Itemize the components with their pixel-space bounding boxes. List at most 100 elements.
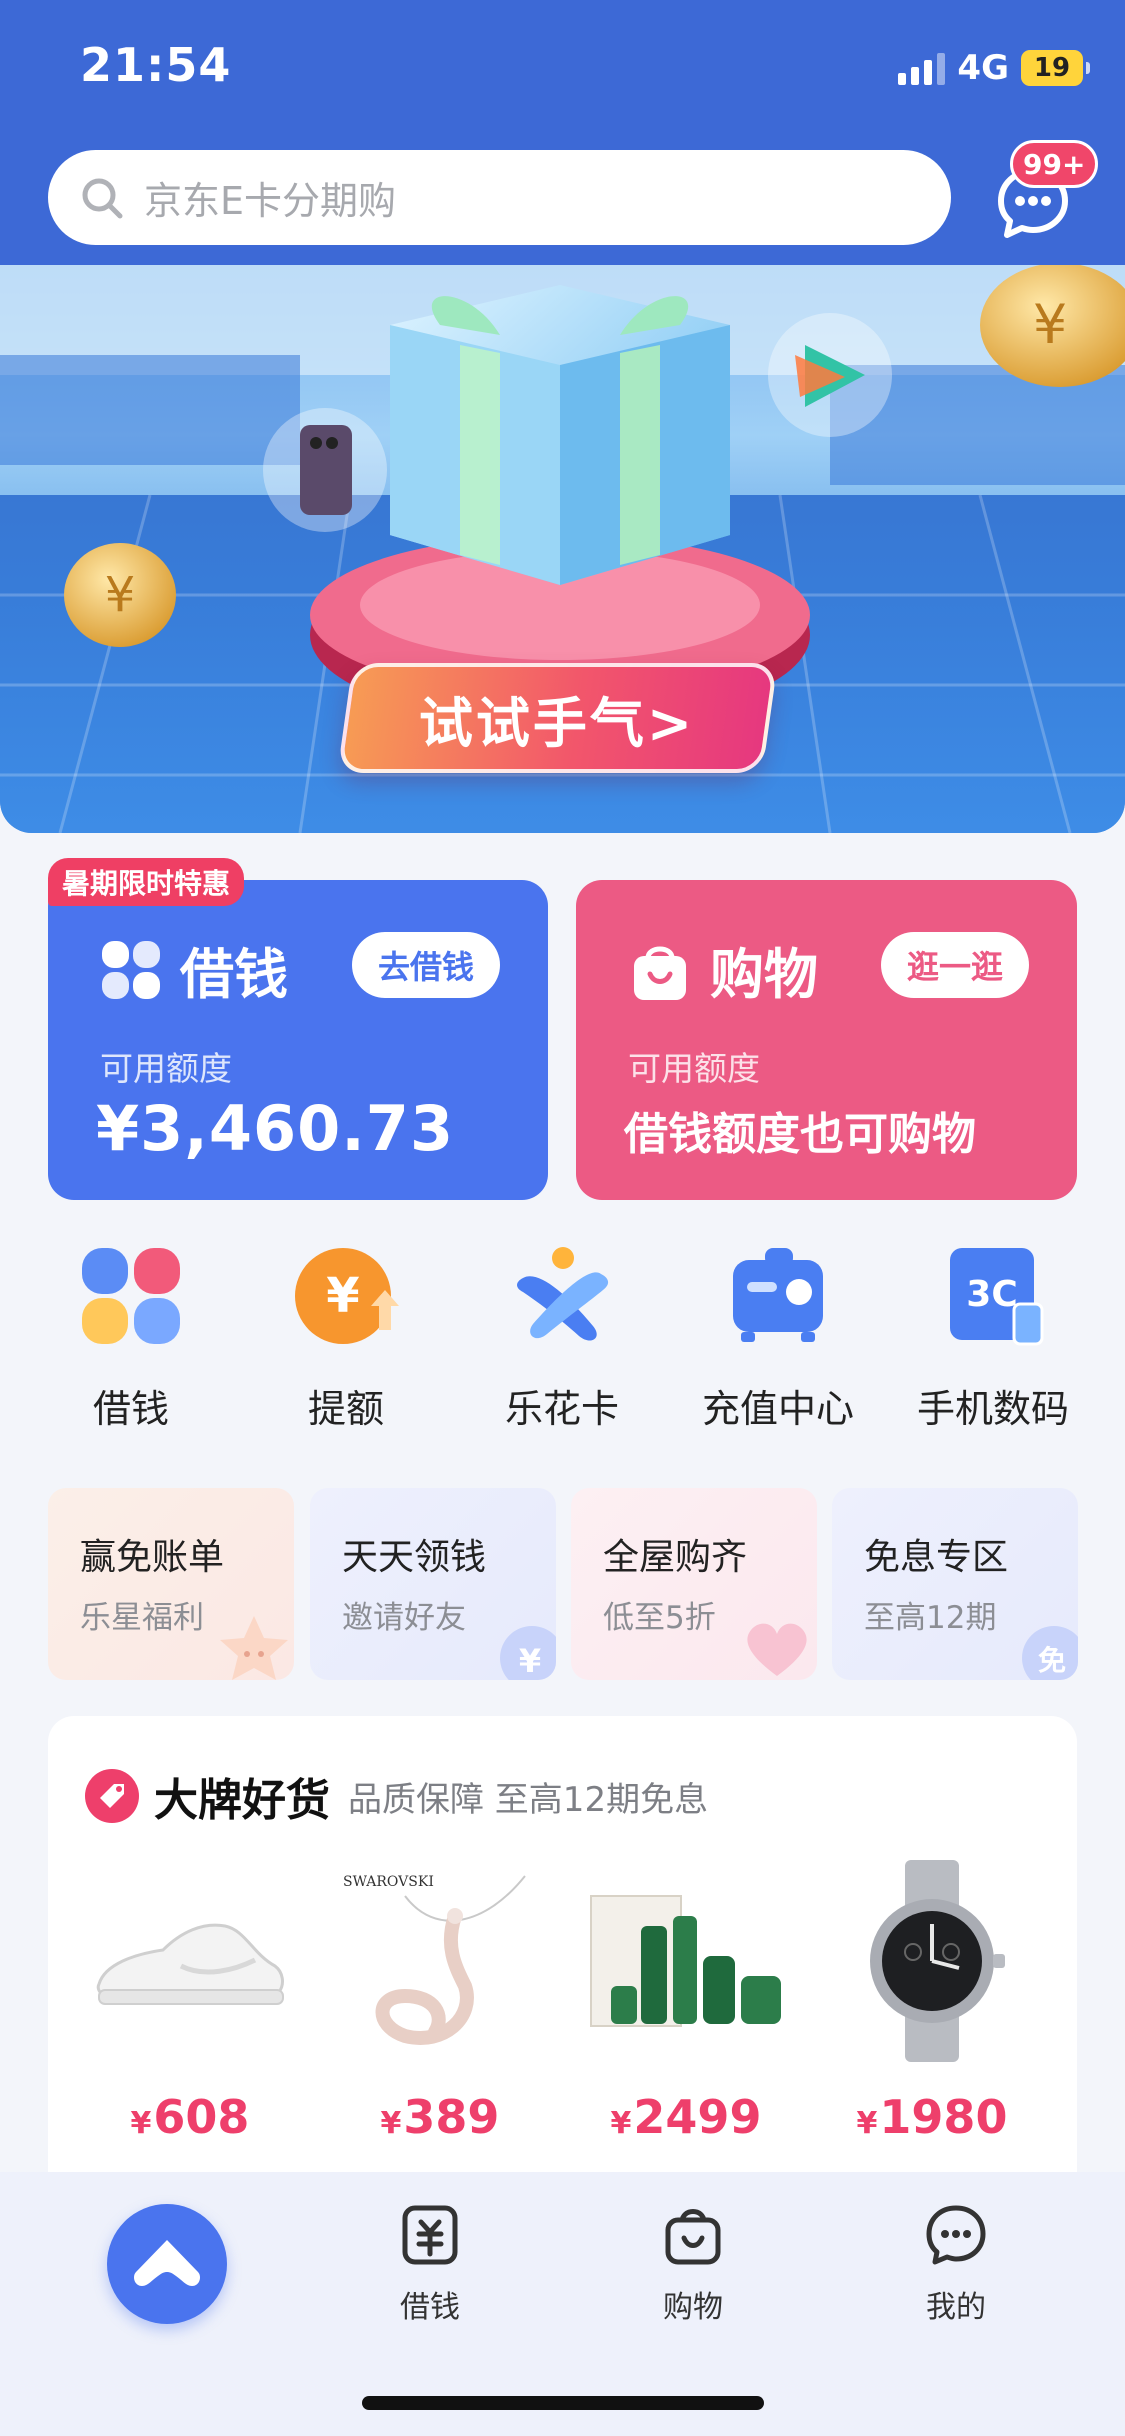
- lehua-card-icon: [517, 1247, 609, 1341]
- star-mascot-icon: [220, 1616, 288, 1680]
- shopping-bag-icon: [665, 2209, 721, 2265]
- loan-card-head: 借钱: [100, 930, 288, 1009]
- tile-title: 天天领钱: [342, 1537, 487, 1578]
- quick-item-recharge[interactable]: 充值中心: [678, 1240, 878, 1433]
- skincare-set-image: [590, 1895, 781, 2027]
- search-icon: [82, 178, 123, 218]
- brand-subtitle: 品质保障 至高12期免息: [348, 1779, 709, 1820]
- promo-banner[interactable]: ¥ ¥ 试试手气>: [0, 265, 1125, 833]
- product-necklace[interactable]: SWAROVSKI ¥389: [320, 1856, 560, 2156]
- tile-free-bill[interactable]: 赢免账单 乐星福利: [48, 1488, 294, 1680]
- currency-symbol: ¥: [380, 2106, 402, 2141]
- loan-available-amount: ¥3,460.73: [96, 1092, 455, 1165]
- currency-symbol: ¥: [856, 2106, 878, 2141]
- shop-available-label: 可用额度: [628, 1049, 760, 1088]
- tile-title: 免息专区: [864, 1537, 1009, 1578]
- tab-mine-label: 我的: [926, 2290, 986, 2325]
- shop-card-title: 购物: [710, 943, 818, 1006]
- tab-mine[interactable]: 我的: [876, 2202, 1036, 2326]
- clover-icon: [102, 940, 160, 999]
- quick-item-borrow[interactable]: 借钱: [31, 1240, 231, 1433]
- quick-label-recharge: 充值中心: [701, 1387, 854, 1431]
- quick-actions: 借钱 ¥ 提额 乐花卡 充值中心 3C 手机数码: [0, 1240, 1125, 1433]
- free-badge-icon: 免: [1022, 1626, 1078, 1680]
- tab-borrow-label: 借钱: [400, 2290, 460, 2325]
- tile-daily-cash[interactable]: 天天领钱 邀请好友 ¥: [310, 1488, 556, 1680]
- price-value: 2499: [633, 2090, 762, 2144]
- brand-goods-section: 大牌好货 品质保障 至高12期免息 ¥608 SWAROVSKI ¥389 ¥2…: [48, 1716, 1077, 2176]
- recharge-icon: [733, 1248, 823, 1342]
- header: 21:54 4G 19 京东E卡分期购 99+: [0, 0, 1125, 265]
- tab-shopping-label: 购物: [663, 2290, 723, 2325]
- try-luck-label: 试试手气>: [419, 691, 696, 755]
- svg-text:¥: ¥: [105, 567, 136, 623]
- loan-available-label: 可用额度: [100, 1049, 232, 1088]
- currency-symbol: ¥: [130, 2106, 152, 2141]
- product-sneaker[interactable]: ¥608: [70, 1856, 310, 2156]
- product-price: ¥608: [70, 2090, 310, 2144]
- shop-card[interactable]: 购物 逛一逛 可用额度 借钱额度也可购物: [576, 880, 1077, 1200]
- search-bar[interactable]: 京东E卡分期购: [48, 150, 951, 245]
- home-logo-icon: [134, 2240, 200, 2286]
- battery-level: 19: [1033, 53, 1071, 83]
- status-time: 21:54: [80, 38, 232, 92]
- tab-borrow[interactable]: 借钱: [350, 2202, 510, 2326]
- currency-symbol: ¥: [610, 2106, 632, 2141]
- quick-label-raise-limit: 提额: [307, 1387, 384, 1431]
- tab-shopping[interactable]: 购物: [613, 2202, 773, 2326]
- swan-necklace-image: SWAROVSKI: [343, 1874, 526, 2045]
- network-type: 4G: [957, 48, 1009, 88]
- svg-text:¥: ¥: [326, 1268, 359, 1324]
- quick-item-digital[interactable]: 3C 手机数码: [893, 1240, 1093, 1433]
- product-price: ¥389: [320, 2090, 560, 2144]
- sneaker-image: [96, 1923, 284, 2005]
- loan-card[interactable]: 借钱 去借钱 可用额度 ¥3,460.73: [48, 880, 548, 1200]
- 3c-digital-icon: 3C: [950, 1248, 1044, 1346]
- quick-item-lehua-card[interactable]: 乐花卡: [462, 1240, 662, 1433]
- signal-icon: [898, 51, 946, 85]
- tile-title: 全屋购齐: [603, 1537, 748, 1578]
- tile-title: 赢免账单: [80, 1537, 225, 1578]
- heart-icon: [747, 1623, 807, 1676]
- shopping-bag-icon: [634, 946, 686, 1000]
- search-placeholder: 京东E卡分期购: [144, 179, 397, 223]
- battery-icon: 19: [1021, 50, 1090, 86]
- tab-home[interactable]: [107, 2204, 227, 2324]
- clover-icon: [82, 1248, 180, 1344]
- yuan-coin-icon: ¥: [500, 1626, 556, 1680]
- price-value: 1980: [879, 2090, 1008, 2144]
- tag-icon: [85, 1769, 139, 1823]
- summer-promo-tag: 暑期限时特惠: [48, 858, 245, 906]
- brand-logo: SWAROVSKI: [343, 1874, 434, 1890]
- yuan-badge: ¥: [519, 1642, 541, 1680]
- price-value: 608: [153, 2090, 250, 2144]
- product-price: ¥2499: [566, 2090, 806, 2144]
- product-watch[interactable]: ¥1980: [812, 1856, 1052, 2156]
- svg-text:¥: ¥: [1033, 293, 1067, 356]
- brand-title: 大牌好货: [154, 1775, 330, 1826]
- product-skincare[interactable]: ¥2499: [566, 1856, 806, 2156]
- shop-card-desc: 借钱额度也可购物: [624, 1109, 976, 1160]
- shop-card-head: 购物: [628, 930, 818, 1009]
- svg-text:3C: 3C: [966, 1274, 1017, 1315]
- quick-label-lehua-card: 乐花卡: [504, 1387, 619, 1431]
- quick-item-raise-limit[interactable]: ¥ 提额: [246, 1240, 446, 1433]
- chat-bubble-icon: [926, 2205, 986, 2265]
- tile-whole-house[interactable]: 全屋购齐 低至5折: [571, 1488, 817, 1680]
- loan-card-title: 借钱: [180, 943, 288, 1006]
- go-borrow-button[interactable]: 去借钱: [351, 932, 500, 998]
- status-indicators: 4G 19: [898, 48, 1090, 88]
- price-value: 389: [403, 2090, 500, 2144]
- browse-button[interactable]: 逛一逛: [880, 932, 1029, 998]
- yuan-document-icon: [402, 2205, 458, 2265]
- product-price: ¥1980: [812, 2090, 1052, 2144]
- watch-image: [870, 1860, 1005, 2062]
- free-badge: 免: [1038, 1644, 1066, 1677]
- brand-header: 大牌好货 品质保障 至高12期免息: [84, 1764, 708, 1828]
- try-luck-button[interactable]: 试试手气>: [337, 663, 778, 773]
- quick-label-borrow: 借钱: [92, 1387, 169, 1431]
- yuan-up-icon: ¥: [295, 1248, 399, 1344]
- quick-label-digital: 手机数码: [916, 1387, 1069, 1431]
- tile-interest-free[interactable]: 免息专区 至高12期 免: [832, 1488, 1078, 1680]
- home-indicator: [362, 2396, 764, 2410]
